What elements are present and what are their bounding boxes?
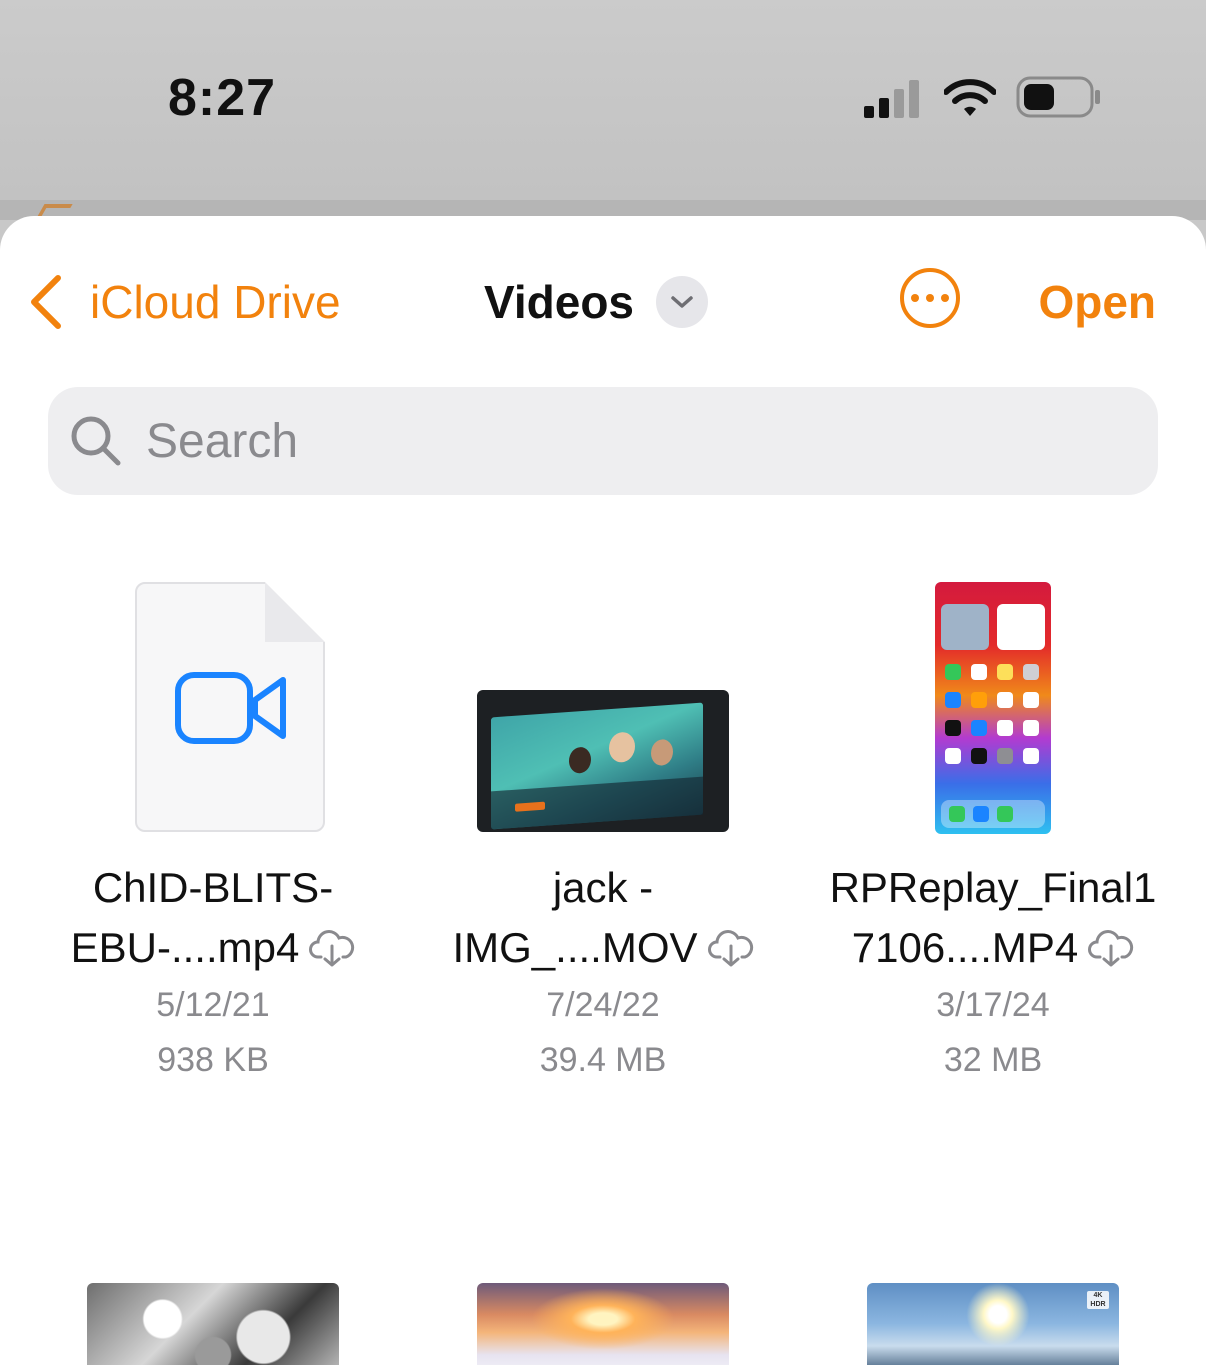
file-picker-sheet: iCloud Drive Videos Open Search ChID-BLI… xyxy=(0,216,1206,1365)
app-icon xyxy=(997,720,1013,736)
cloud-download-icon xyxy=(309,929,355,967)
back-button-label: iCloud Drive xyxy=(90,276,341,328)
app-icon xyxy=(1023,720,1039,736)
ellipsis-dot xyxy=(926,294,934,302)
app-icon xyxy=(971,664,987,680)
file-name-line-1: ChID-BLITS- xyxy=(92,864,334,911)
4k-hdr-badge-icon: 4K HDR xyxy=(1087,1291,1109,1309)
file-date: 3/17/24 xyxy=(936,986,1050,1024)
video-thumbnail xyxy=(477,690,729,832)
ellipsis-icon xyxy=(911,294,919,302)
app-icon xyxy=(973,806,989,822)
ellipsis-dot xyxy=(941,294,949,302)
app-icon xyxy=(997,692,1013,708)
file-name: RPReplay_Final1 7106....MP4 xyxy=(798,858,1188,978)
folder-title-menu[interactable]: Videos xyxy=(484,272,708,332)
file-name-line-2: IMG_....MOV xyxy=(452,924,698,971)
file-thumbnail-mountain[interactable]: 4K HDR xyxy=(867,1283,1119,1365)
file-date: 5/12/21 xyxy=(156,986,270,1024)
file-name-line-2-wrap: EBU-....mp4 xyxy=(18,918,408,978)
file-size: 39.4 MB xyxy=(539,1041,667,1079)
cloud-download-icon xyxy=(707,929,753,967)
search-icon xyxy=(71,416,121,466)
search-bar[interactable] xyxy=(48,387,1158,495)
file-size: 938 KB xyxy=(157,1041,269,1079)
status-time: 8:27 xyxy=(168,69,277,127)
app-icon xyxy=(971,720,987,736)
video-camera-icon xyxy=(175,672,286,744)
thumbnail-person xyxy=(609,731,635,764)
app-icon xyxy=(971,748,987,764)
app-icon xyxy=(1023,664,1039,680)
file-name-line-2-wrap: IMG_....MOV xyxy=(408,918,798,978)
chevron-left-icon xyxy=(31,275,61,329)
app-icon xyxy=(945,720,961,736)
file-item-jack-img[interactable]: jack - IMG_....MOV 7/24/22 39.4 MB xyxy=(408,582,798,1088)
app-icon xyxy=(949,806,965,822)
file-name: jack - IMG_....MOV xyxy=(408,858,798,978)
page-fold xyxy=(265,582,325,642)
calendar-widget xyxy=(997,604,1045,650)
screen-recording-thumbnail xyxy=(935,582,1051,834)
search-input[interactable] xyxy=(144,412,1048,470)
app-icon xyxy=(1023,692,1039,708)
more-options-button[interactable] xyxy=(900,268,960,328)
file-name-line-2: EBU-....mp4 xyxy=(70,924,300,971)
app-icon xyxy=(971,692,987,708)
file-thumbnail-ice-crystals[interactable] xyxy=(87,1283,339,1365)
title-menu-button[interactable] xyxy=(656,276,708,328)
cloud-download-icon xyxy=(1088,929,1134,967)
file-date: 7/24/22 xyxy=(546,986,660,1024)
file-name-line-2-wrap: 7106....MP4 xyxy=(798,918,1188,978)
file-thumbnail xyxy=(408,582,798,834)
video-document-thumbnail xyxy=(135,582,325,832)
open-button[interactable]: Open xyxy=(1038,272,1156,332)
file-name-line-1: RPReplay_Final1 xyxy=(829,864,1157,911)
app-icon xyxy=(997,806,1013,822)
app-icon xyxy=(945,692,961,708)
app-icon xyxy=(1023,748,1039,764)
file-thumbnail xyxy=(798,582,1188,834)
file-item-rpreplay[interactable]: RPReplay_Final1 7106....MP4 3/17/24 32 M… xyxy=(798,582,1188,1088)
app-icon xyxy=(945,664,961,680)
file-name-line-1: jack - xyxy=(552,864,654,911)
wifi-icon xyxy=(944,79,996,116)
file-thumbnail-sunset[interactable] xyxy=(477,1283,729,1365)
app-icon xyxy=(997,664,1013,680)
file-item-chid-blits[interactable]: ChID-BLITS- EBU-....mp4 5/12/21 938 KB xyxy=(18,582,408,1088)
file-size: 32 MB xyxy=(943,1041,1043,1079)
dock xyxy=(941,800,1045,828)
app-icon xyxy=(997,748,1013,764)
thumbnail-person xyxy=(651,738,673,767)
status-bar: 8:27 xyxy=(0,0,1206,200)
weather-widget xyxy=(941,604,989,650)
back-button[interactable]: iCloud Drive xyxy=(26,272,341,332)
file-name-line-2: 7106....MP4 xyxy=(851,924,1079,971)
status-icons xyxy=(860,76,1110,120)
tv-screen xyxy=(491,702,703,830)
file-thumbnail xyxy=(18,582,408,834)
chevron-down-icon xyxy=(671,296,693,308)
battery-icon xyxy=(1016,76,1100,118)
page-title: Videos xyxy=(484,276,634,328)
thumbnail-person xyxy=(569,746,591,774)
app-icon xyxy=(945,748,961,764)
file-name: ChID-BLITS- EBU-....mp4 xyxy=(18,858,408,978)
cellular-signal-icon xyxy=(864,80,919,118)
